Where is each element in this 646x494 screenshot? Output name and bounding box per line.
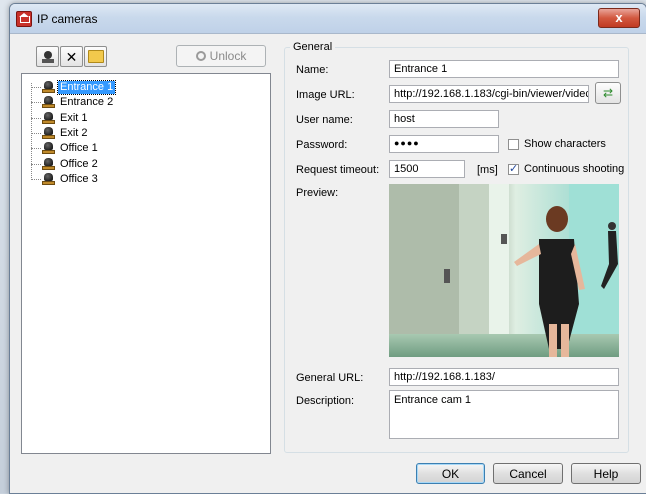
unlock-label: Unlock (209, 49, 247, 63)
camera-tree-label: Entrance 2 (60, 96, 114, 109)
camera-tree-item[interactable]: Office 1 (42, 141, 100, 156)
camera-icon (42, 142, 55, 155)
tree-connector (31, 132, 41, 134)
open-folder-icon (87, 50, 104, 63)
refresh-arrows-icon: ⇄ (602, 86, 614, 100)
preview-label: Preview: (296, 187, 339, 199)
camera-tree[interactable]: Entrance 1 Entrance 2 Exit 1 Exit 2 Office 1… (21, 73, 271, 454)
general-url-field[interactable]: http://192.168.1.183/ (389, 368, 619, 386)
camera-icon (42, 96, 55, 109)
name-label: Name: (296, 64, 329, 76)
continuous-shooting-label[interactable]: Continuous shooting (524, 163, 624, 175)
password-label: Password: (296, 139, 348, 151)
key-icon (195, 51, 206, 61)
show-characters-label[interactable]: Show characters (524, 138, 606, 150)
camera-tree-item[interactable]: Exit 1 (42, 111, 90, 126)
show-characters-checkbox[interactable] (508, 139, 519, 150)
continuous-shooting-checkbox[interactable] (508, 162, 519, 175)
camera-icon (42, 81, 55, 94)
tree-connector (31, 148, 41, 150)
image-url-label: Image URL: (296, 89, 355, 101)
name-field[interactable]: Entrance 1 (389, 60, 619, 78)
camera-tree-label: Exit 2 (60, 126, 88, 139)
user-name-field[interactable]: host (389, 110, 499, 128)
camera-preview-image (389, 184, 619, 357)
request-timeout-field[interactable]: 1500 (389, 160, 465, 178)
delete-camera-button[interactable]: ✕ (60, 46, 83, 67)
tree-connector (31, 102, 41, 104)
ok-button[interactable]: OK (416, 463, 485, 484)
home-app-icon (16, 11, 32, 27)
general-group-title: General (290, 41, 336, 53)
general-url-label: General URL: (296, 372, 364, 384)
camera-tree-label: Office 3 (60, 172, 98, 185)
tree-connector (31, 117, 41, 119)
open-folder-button[interactable] (84, 46, 107, 67)
camera-icon (42, 172, 55, 186)
help-button[interactable]: Help (571, 463, 641, 484)
request-timeout-label: Request timeout: (296, 164, 380, 176)
camera-tree-item[interactable]: Entrance 2 (42, 95, 115, 110)
camera-tree-label: Exit 1 (60, 111, 88, 124)
test-url-button[interactable]: ⇄ (595, 82, 621, 104)
camera-tree-item[interactable]: Office 3 (42, 172, 100, 187)
camera-tree-label: Office 1 (60, 142, 98, 155)
description-field[interactable]: Entrance cam 1 (389, 390, 619, 439)
tree-connector (31, 163, 41, 165)
camera-tree-item[interactable]: Office 2 (42, 157, 100, 172)
camera-icon (42, 111, 55, 125)
cancel-button[interactable]: Cancel (493, 463, 563, 484)
tree-connector-line (31, 83, 32, 180)
camera-icon (42, 126, 55, 140)
window-title: IP cameras (37, 12, 98, 26)
image-url-field[interactable]: http://192.168.1.183/cgi-bin/viewer/vide… (389, 85, 589, 103)
title-bar[interactable]: IP cameras x (10, 4, 646, 34)
unlock-button[interactable]: Unlock (176, 45, 266, 67)
camera-tree-label: Entrance 1 (56, 80, 117, 95)
delete-x-icon: ✕ (65, 48, 78, 65)
close-button[interactable]: x (598, 8, 640, 28)
tree-connector (31, 87, 41, 88)
camera-tree-label: Office 2 (60, 157, 98, 170)
camera-tree-item[interactable]: Exit 2 (42, 126, 90, 141)
add-camera-button[interactable] (36, 46, 59, 67)
camera-add-icon (41, 50, 54, 63)
camera-icon (42, 157, 55, 171)
password-field[interactable]: ●●●● (389, 135, 499, 153)
timeout-unit-label: [ms] (477, 164, 498, 176)
user-name-label: User name: (296, 114, 353, 126)
camera-tree-item[interactable]: Entrance 1 (42, 80, 117, 95)
description-label: Description: (296, 395, 355, 407)
tree-connector (31, 178, 41, 180)
